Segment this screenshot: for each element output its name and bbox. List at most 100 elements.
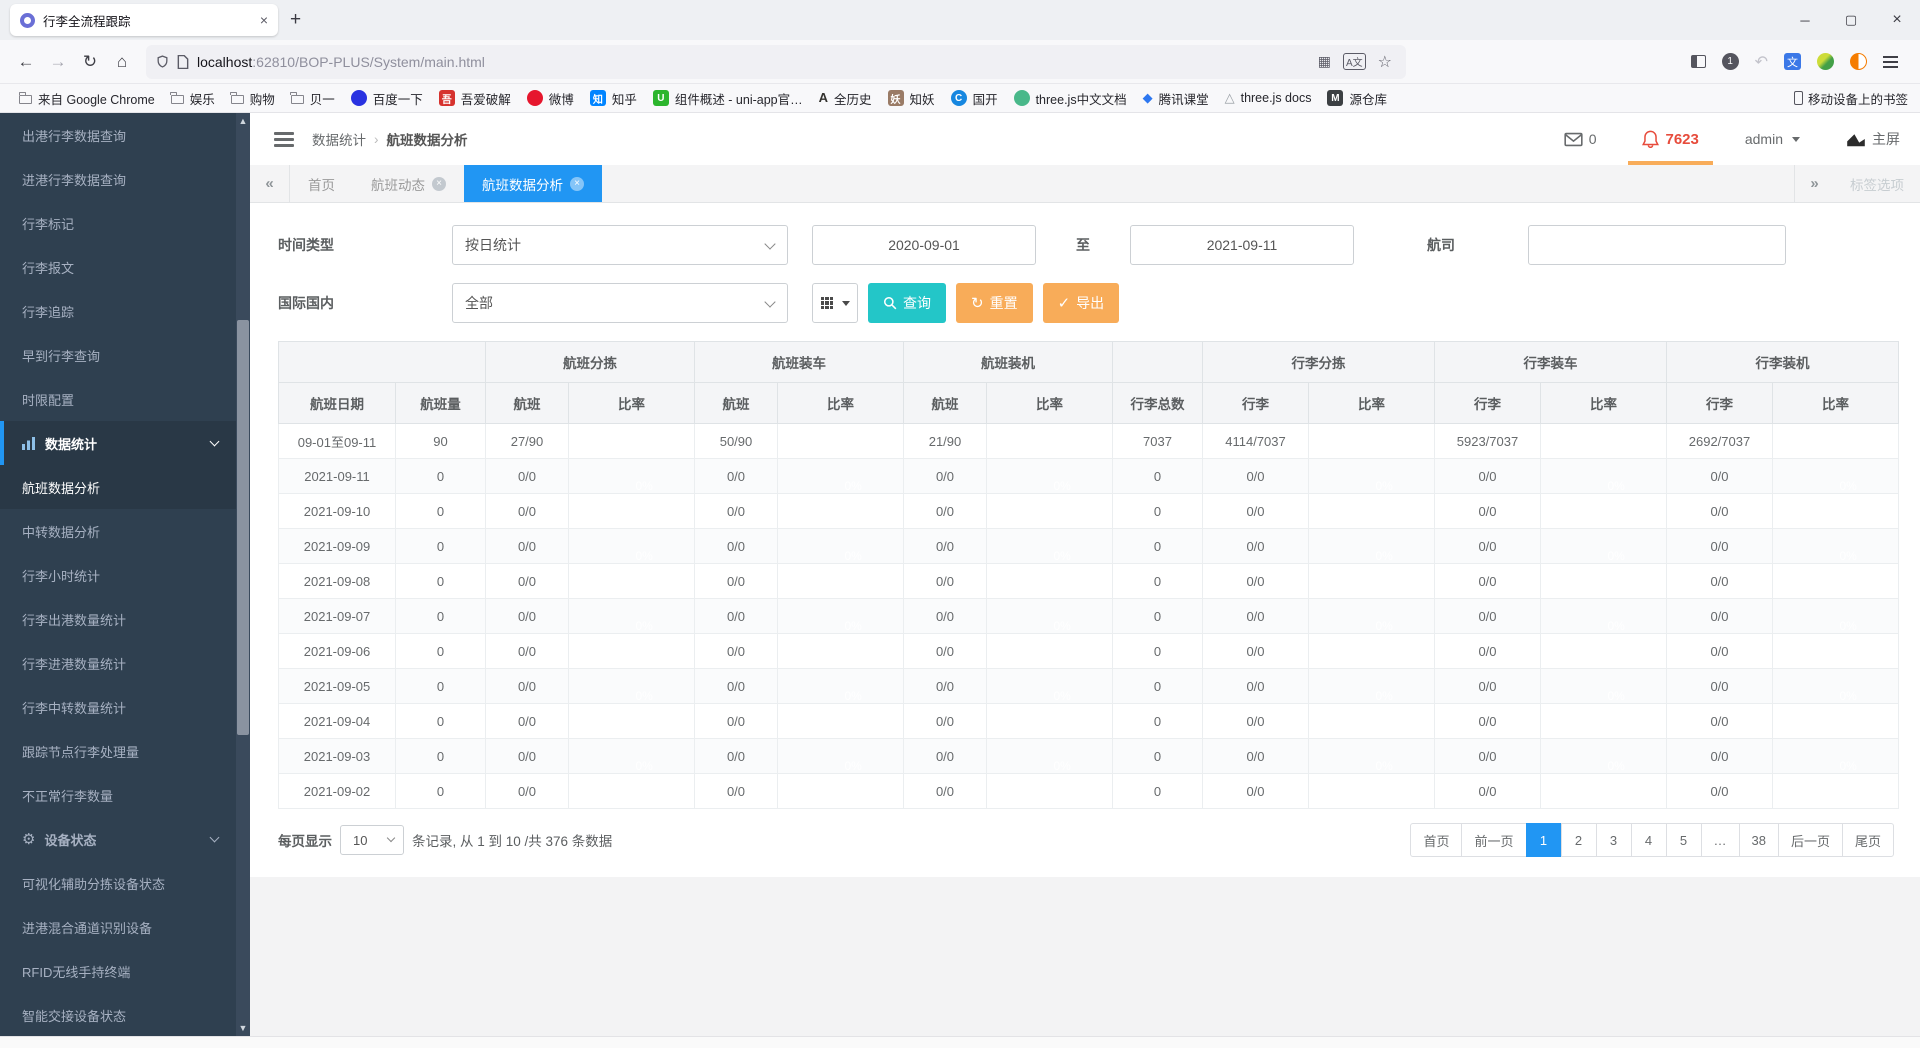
bookmark-item[interactable]: △three.js docs <box>1218 87 1319 109</box>
intl-domestic-select[interactable]: 全部 <box>452 283 788 323</box>
sidebar-item[interactable]: 跟踪节点行李处理量 <box>0 729 236 773</box>
sidebar-item[interactable]: 出港行李数据查询 <box>0 113 236 157</box>
main-screen-button[interactable]: 主屏 <box>1846 113 1900 165</box>
export-button[interactable]: ✓ 导出 <box>1043 283 1120 323</box>
maximize-button[interactable]: ▢ <box>1828 0 1874 40</box>
sidebar-item[interactable]: 可视化辅助分拣设备状态 <box>0 861 236 905</box>
sidebar-item[interactable]: 行李小时统计 <box>0 553 236 597</box>
breadcrumb-section[interactable]: 数据统计 <box>312 129 366 149</box>
mail-button[interactable]: 0 <box>1564 113 1597 165</box>
airline-input[interactable] <box>1528 225 1786 265</box>
table-cell: 0/0 <box>1435 739 1541 774</box>
pager-item[interactable]: 5 <box>1666 823 1702 857</box>
sidebar-item[interactable]: 行李标记 <box>0 201 236 245</box>
bookmark-star-icon[interactable]: ☆ <box>1374 52 1396 72</box>
bookmark-item[interactable]: 贝一 <box>284 86 342 111</box>
bookmark-item[interactable]: 购物 <box>224 86 282 111</box>
bookmark-item[interactable]: 百度一下 <box>344 86 430 111</box>
date-to-input[interactable] <box>1130 225 1354 265</box>
orange-extension-icon[interactable] <box>1850 53 1867 70</box>
sidebar-item[interactable]: 早到行李查询 <box>0 333 236 377</box>
back-icon[interactable]: ← <box>10 46 42 78</box>
minimize-button[interactable]: ─ <box>1782 0 1828 40</box>
sidebar-panel-icon[interactable] <box>1691 55 1706 68</box>
scroll-up-icon[interactable]: ▲ <box>236 113 250 129</box>
home-icon[interactable]: ⌂ <box>106 46 138 78</box>
close-button[interactable]: × <box>1874 0 1920 40</box>
bookmark-item[interactable]: U组件概述 - uni-app官… <box>646 86 810 111</box>
sidebar-item[interactable]: 行李追踪 <box>0 289 236 333</box>
sidebar-item[interactable]: 不正常行李数量 <box>0 773 236 817</box>
date-from-input[interactable] <box>812 225 1036 265</box>
sidebar-item[interactable]: 数据统计 <box>0 421 236 465</box>
pager-item[interactable]: 3 <box>1596 823 1632 857</box>
pager-item[interactable]: 38 <box>1739 823 1779 857</box>
tabs-scroll-right-icon[interactable]: » <box>1794 165 1834 202</box>
pager-item[interactable]: 4 <box>1631 823 1667 857</box>
user-menu[interactable]: admin <box>1745 113 1800 165</box>
bookmark-item[interactable]: 知知乎 <box>583 86 644 111</box>
sidebar-item[interactable]: 进港混合通道识别设备 <box>0 905 236 949</box>
ratio-bar-label: 0% <box>1054 476 1071 496</box>
bookmark-item[interactable]: 微博 <box>520 86 581 111</box>
bookmark-item[interactable]: A全历史 <box>812 86 879 111</box>
sidebar-item[interactable]: 中转数据分析 <box>0 509 236 553</box>
pager-item[interactable]: 2 <box>1561 823 1597 857</box>
bookmark-item[interactable]: M源仓库 <box>1320 86 1394 111</box>
bookmark-item[interactable]: 妖知妖 <box>881 86 942 111</box>
menu-icon[interactable] <box>1883 61 1898 63</box>
scroll-down-icon[interactable]: ▼ <box>236 1020 250 1036</box>
undo-icon[interactable]: ↶ <box>1755 52 1768 72</box>
sidebar-item[interactable]: ⚙设备状态 <box>0 817 236 861</box>
sidebar-scrollbar[interactable]: ▲ ▼ <box>236 113 250 1036</box>
reset-button[interactable]: ↻ 重置 <box>956 283 1033 323</box>
tab-close-icon[interactable]: × <box>260 12 268 28</box>
pager-item[interactable]: 前一页 <box>1461 823 1526 857</box>
notification-badge-icon[interactable]: 1 <box>1722 53 1739 70</box>
sidebar-item[interactable]: 航班数据分析 <box>0 465 236 509</box>
tab-item[interactable]: 首页 <box>290 165 353 202</box>
bookmark-item[interactable]: C国开 <box>944 86 1005 111</box>
page-size-select[interactable]: 10 <box>340 825 404 855</box>
tab-item[interactable]: 航班动态× <box>353 165 464 202</box>
url-bar[interactable]: localhost:62810/BOP-PLUS/System/main.htm… <box>146 45 1406 79</box>
mobile-bookmarks[interactable]: 移动设备上的书签 <box>1794 89 1908 108</box>
translate-extension-icon[interactable]: 文 <box>1784 53 1801 70</box>
bookmark-item[interactable]: 娱乐 <box>164 86 222 111</box>
pager-item[interactable]: 尾页 <box>1842 823 1894 857</box>
alerts-button[interactable]: 7623 <box>1642 113 1698 165</box>
green-extension-icon[interactable] <box>1817 53 1834 70</box>
bookmark-item[interactable]: three.js中文文档 <box>1007 86 1134 111</box>
new-tab-button[interactable]: + <box>290 9 301 31</box>
tabs-scroll-left-icon[interactable]: « <box>250 165 290 202</box>
pager-item[interactable]: 1 <box>1526 823 1562 857</box>
sidebar-toggle-icon[interactable] <box>274 132 294 147</box>
scrollbar-thumb[interactable] <box>237 320 249 735</box>
tab-options-button[interactable]: 标签选项 <box>1834 165 1920 202</box>
time-type-select[interactable]: 按日统计 <box>452 225 788 265</box>
sidebar-item[interactable]: 行李报文 <box>0 245 236 289</box>
bookmark-item[interactable]: ◆腾讯课堂 <box>1136 86 1216 111</box>
tab-item[interactable]: 航班数据分析× <box>464 165 602 202</box>
close-icon[interactable]: × <box>432 177 446 191</box>
columns-toggle-button[interactable] <box>812 283 858 323</box>
sidebar-item[interactable]: 行李中转数量统计 <box>0 685 236 729</box>
sidebar-item[interactable]: 行李出港数量统计 <box>0 597 236 641</box>
browser-tab[interactable]: 行李全流程跟踪 × <box>10 4 278 36</box>
pager-item[interactable]: 后一页 <box>1778 823 1843 857</box>
sidebar-item[interactable]: 进港行李数据查询 <box>0 157 236 201</box>
reload-icon[interactable]: ↻ <box>74 46 106 78</box>
bookmark-item[interactable]: 吾吾爱破解 <box>432 86 518 111</box>
forward-icon[interactable]: → <box>42 46 74 78</box>
pager-item[interactable]: … <box>1701 823 1740 857</box>
close-icon[interactable]: × <box>570 177 584 191</box>
sidebar-item[interactable]: 行李进港数量统计 <box>0 641 236 685</box>
bookmark-item[interactable]: 来自 Google Chrome <box>12 86 162 111</box>
translate-icon[interactable]: A文 <box>1343 53 1366 70</box>
sidebar-item[interactable]: 时限配置 <box>0 377 236 421</box>
qr-code-icon[interactable]: ▦ <box>1314 53 1335 70</box>
query-button[interactable]: 查询 <box>868 283 946 323</box>
sidebar-item[interactable]: RFID无线手持终端 <box>0 949 236 993</box>
sidebar-item[interactable]: 智能交接设备状态 <box>0 993 236 1036</box>
pager-item[interactable]: 首页 <box>1410 823 1462 857</box>
